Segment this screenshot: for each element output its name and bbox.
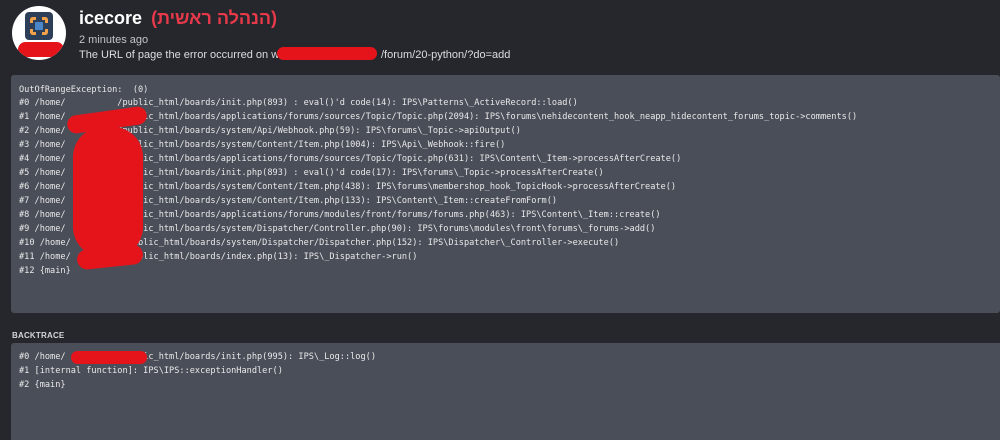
error-url-line: The URL of page the error occurred on wa… — [79, 49, 510, 61]
backtrace-line: #1 [internal function]: IPS\IPS::excepti… — [19, 366, 283, 376]
error-url-suffix: /forum/20-python/?do=add — [381, 49, 511, 61]
trace-path-redaction — [73, 127, 143, 257]
post-header: icecore (הנהלה ראשית) 2 minutes ago The … — [0, 0, 1000, 75]
post-time: 2 minutes ago — [79, 34, 149, 46]
backtrace-line: #2 {main} — [19, 380, 66, 390]
trace-line: OutOfRangeException: (0) — [19, 85, 149, 95]
exception-trace-panel: OutOfRangeException: (0) #0 /home/ /publ… — [11, 75, 1000, 313]
url-redaction — [277, 47, 377, 60]
error-url-prefix: The URL of page the error occurred on wa… — [79, 49, 291, 61]
author-line: icecore (הנהלה ראשית) — [79, 8, 277, 29]
trace-line: #12 {main} — [19, 266, 71, 276]
backtrace-panel: #0 /home/ /public_html/boards/init.php(9… — [11, 343, 1000, 440]
author-name[interactable]: icecore — [79, 8, 142, 28]
trace-line: #0 /home/ /public_html/boards/init.php(8… — [19, 98, 578, 108]
avatar-redaction — [18, 42, 64, 57]
backtrace-label: BACKTRACE — [12, 331, 65, 340]
author-group: (הנהלה ראשית) — [151, 8, 278, 28]
icecore-logo-icon — [25, 12, 53, 40]
backtrace-path-redaction — [71, 351, 147, 364]
avatar[interactable] — [12, 6, 66, 60]
